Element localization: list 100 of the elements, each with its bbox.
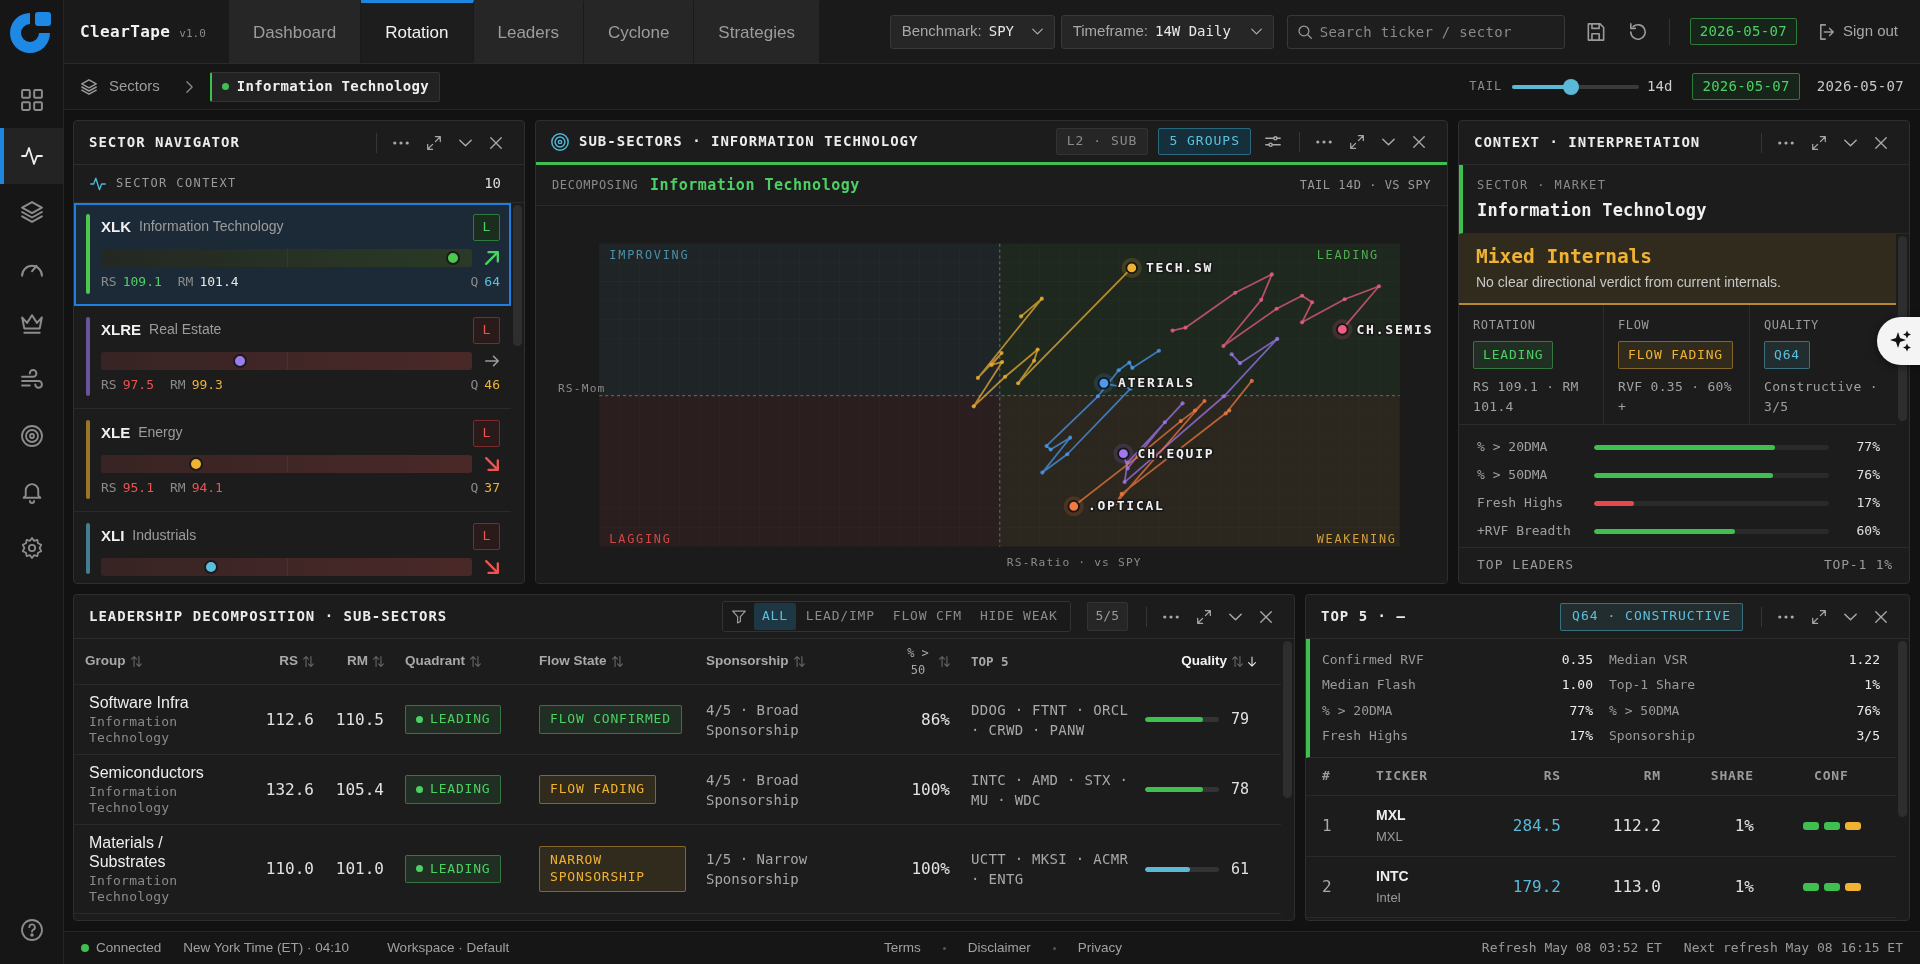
column-header: TICKER (1376, 768, 1429, 785)
column-header[interactable]: Quality (1181, 653, 1227, 670)
nav-tab[interactable]: Leaders (473, 0, 584, 63)
clock-text: New York Time (ET) · 04:10 (183, 939, 350, 957)
sort-descending-icon[interactable] (1248, 656, 1256, 667)
sign-out-button[interactable]: Sign out (1818, 22, 1898, 41)
benchmark-dropdown[interactable]: Benchmark: SPY (889, 14, 1055, 49)
series-label: .OPTICAL (1087, 498, 1165, 514)
column-header: TOP 5 (971, 653, 1009, 670)
tail-slider[interactable] (1512, 78, 1640, 95)
sector-card[interactable]: XLK Information Technology L RS 109.1 RM 101.4 Q 64 (74, 203, 511, 306)
footer-link[interactable]: Disclaimer (967, 939, 1031, 957)
stat-value: 97.5 (122, 377, 154, 394)
sort-icon[interactable] (939, 656, 950, 667)
parent-sector: Information Technology (89, 784, 179, 816)
footer-link[interactable]: Privacy (1077, 939, 1123, 957)
sort-icon[interactable] (373, 656, 384, 667)
more-icon[interactable] (1778, 614, 1794, 619)
expand-icon[interactable] (1812, 609, 1826, 624)
chevron-down-icon[interactable] (1844, 612, 1857, 621)
column-header[interactable]: Sponsorship (706, 653, 789, 670)
stat-value: 1.00 (1561, 677, 1593, 694)
facet-detail: RVF 0.35 · 60% + (1618, 378, 1733, 416)
more-icon[interactable] (1778, 140, 1794, 145)
more-icon[interactable] (393, 140, 409, 145)
version-label: v1.0 (179, 26, 206, 41)
percent-value: 100% (911, 859, 950, 879)
close-icon[interactable] (490, 136, 502, 149)
view-chip[interactable]: L2 · SUB (1055, 128, 1149, 155)
column-header[interactable]: Flow State (539, 653, 607, 670)
timeframe-dropdown[interactable]: Timeframe: 14W Daily (1060, 14, 1274, 49)
more-icon[interactable] (1163, 614, 1179, 619)
slider-handle[interactable] (1562, 78, 1579, 95)
column-header[interactable]: RM (347, 653, 368, 670)
footer-link[interactable]: Terms (884, 939, 921, 957)
group-name: Software Infra (89, 693, 190, 712)
close-icon[interactable] (1875, 610, 1887, 623)
more-icon[interactable] (1316, 139, 1332, 144)
nav-tab[interactable]: Strategies (694, 0, 820, 63)
sort-icon[interactable] (611, 656, 623, 667)
refresh-icon[interactable] (1628, 22, 1647, 41)
nav-tab[interactable]: Cyclone (583, 0, 695, 63)
metric-value: 77% (1856, 438, 1880, 456)
axis-label: RS-Ratio · vs SPY (1006, 556, 1142, 570)
sector-ticker: XLI (101, 526, 125, 546)
stat-value: 64 (484, 274, 500, 291)
breadcrumb-link[interactable]: Sectors (109, 77, 160, 96)
expand-icon[interactable] (1197, 609, 1211, 624)
column-header: CONF (1814, 768, 1849, 785)
column-header[interactable]: % > 50 (902, 644, 934, 679)
flow-state-badge: FLOW CONFIRMED (539, 705, 682, 734)
rs-value: 132.6 (265, 779, 314, 800)
sliders-icon[interactable] (1265, 135, 1281, 148)
sector-card[interactable]: XLI Industrials L (74, 512, 511, 583)
sparkle-icon (1889, 330, 1912, 352)
save-icon[interactable] (1586, 22, 1605, 41)
chevron-down-icon[interactable] (1844, 138, 1857, 147)
expand-icon[interactable] (1812, 135, 1826, 150)
sector-card[interactable]: XLRE Real Estate L RS 97.5 RM 99.3 Q 46 (74, 306, 511, 409)
parent-sector: Information Technology (89, 714, 179, 746)
close-icon[interactable] (1260, 610, 1272, 623)
filter-button[interactable]: LEAD/IMP (797, 603, 883, 630)
section-label: SECTOR CONTEXT (116, 176, 237, 191)
sort-icon[interactable] (130, 656, 142, 667)
facet-label: ROTATION (1473, 318, 1537, 333)
chevron-down-icon[interactable] (1382, 137, 1395, 146)
sector-card[interactable]: XLE Energy L RS 95.1 RM 94.1 Q 37 (74, 409, 511, 512)
chevron-down-icon[interactable] (459, 138, 472, 147)
filter-button[interactable]: ALL (753, 603, 796, 630)
help-icon (20, 919, 43, 941)
search-field[interactable]: Search ticker / sector (1286, 14, 1565, 49)
close-icon[interactable] (1413, 135, 1425, 148)
metric-value: 60% (1856, 522, 1880, 540)
column-header[interactable]: RS (279, 653, 298, 670)
quality-value: 79 (1230, 710, 1249, 729)
quadrant-label: LEADING (430, 860, 491, 878)
sector-name: Information Technology (139, 218, 284, 236)
parent-sector: Information Technology (89, 873, 179, 905)
expand-icon[interactable] (427, 135, 441, 150)
sort-icon[interactable] (470, 656, 481, 667)
date-badge: 2026-05-07 (1689, 17, 1797, 46)
panel-title: SECTOR NAVIGATOR (89, 133, 240, 152)
filter-button[interactable]: FLOW CFM (884, 603, 970, 630)
stat-label: Fresh Highs (1322, 728, 1409, 745)
filter-button[interactable]: HIDE WEAK (971, 603, 1066, 630)
chevron-down-icon (1250, 28, 1262, 35)
chevron-down-icon[interactable] (1229, 612, 1242, 621)
view-chip[interactable]: 5 GROUPS (1158, 128, 1251, 155)
column-header[interactable]: Group (85, 653, 126, 670)
status-dot-icon (221, 83, 229, 90)
sort-icon[interactable] (1232, 656, 1243, 667)
sidebar-button[interactable] (0, 128, 63, 184)
close-icon[interactable] (1875, 136, 1887, 149)
column-header[interactable]: Quadrant (405, 653, 465, 670)
nav-tab[interactable]: Dashboard (229, 0, 362, 63)
sort-icon[interactable] (793, 656, 805, 667)
stat-label: Top-1 Share (1609, 677, 1696, 694)
sort-icon[interactable] (303, 656, 314, 667)
share-value: 1% (1734, 816, 1754, 836)
expand-icon[interactable] (1350, 134, 1364, 149)
